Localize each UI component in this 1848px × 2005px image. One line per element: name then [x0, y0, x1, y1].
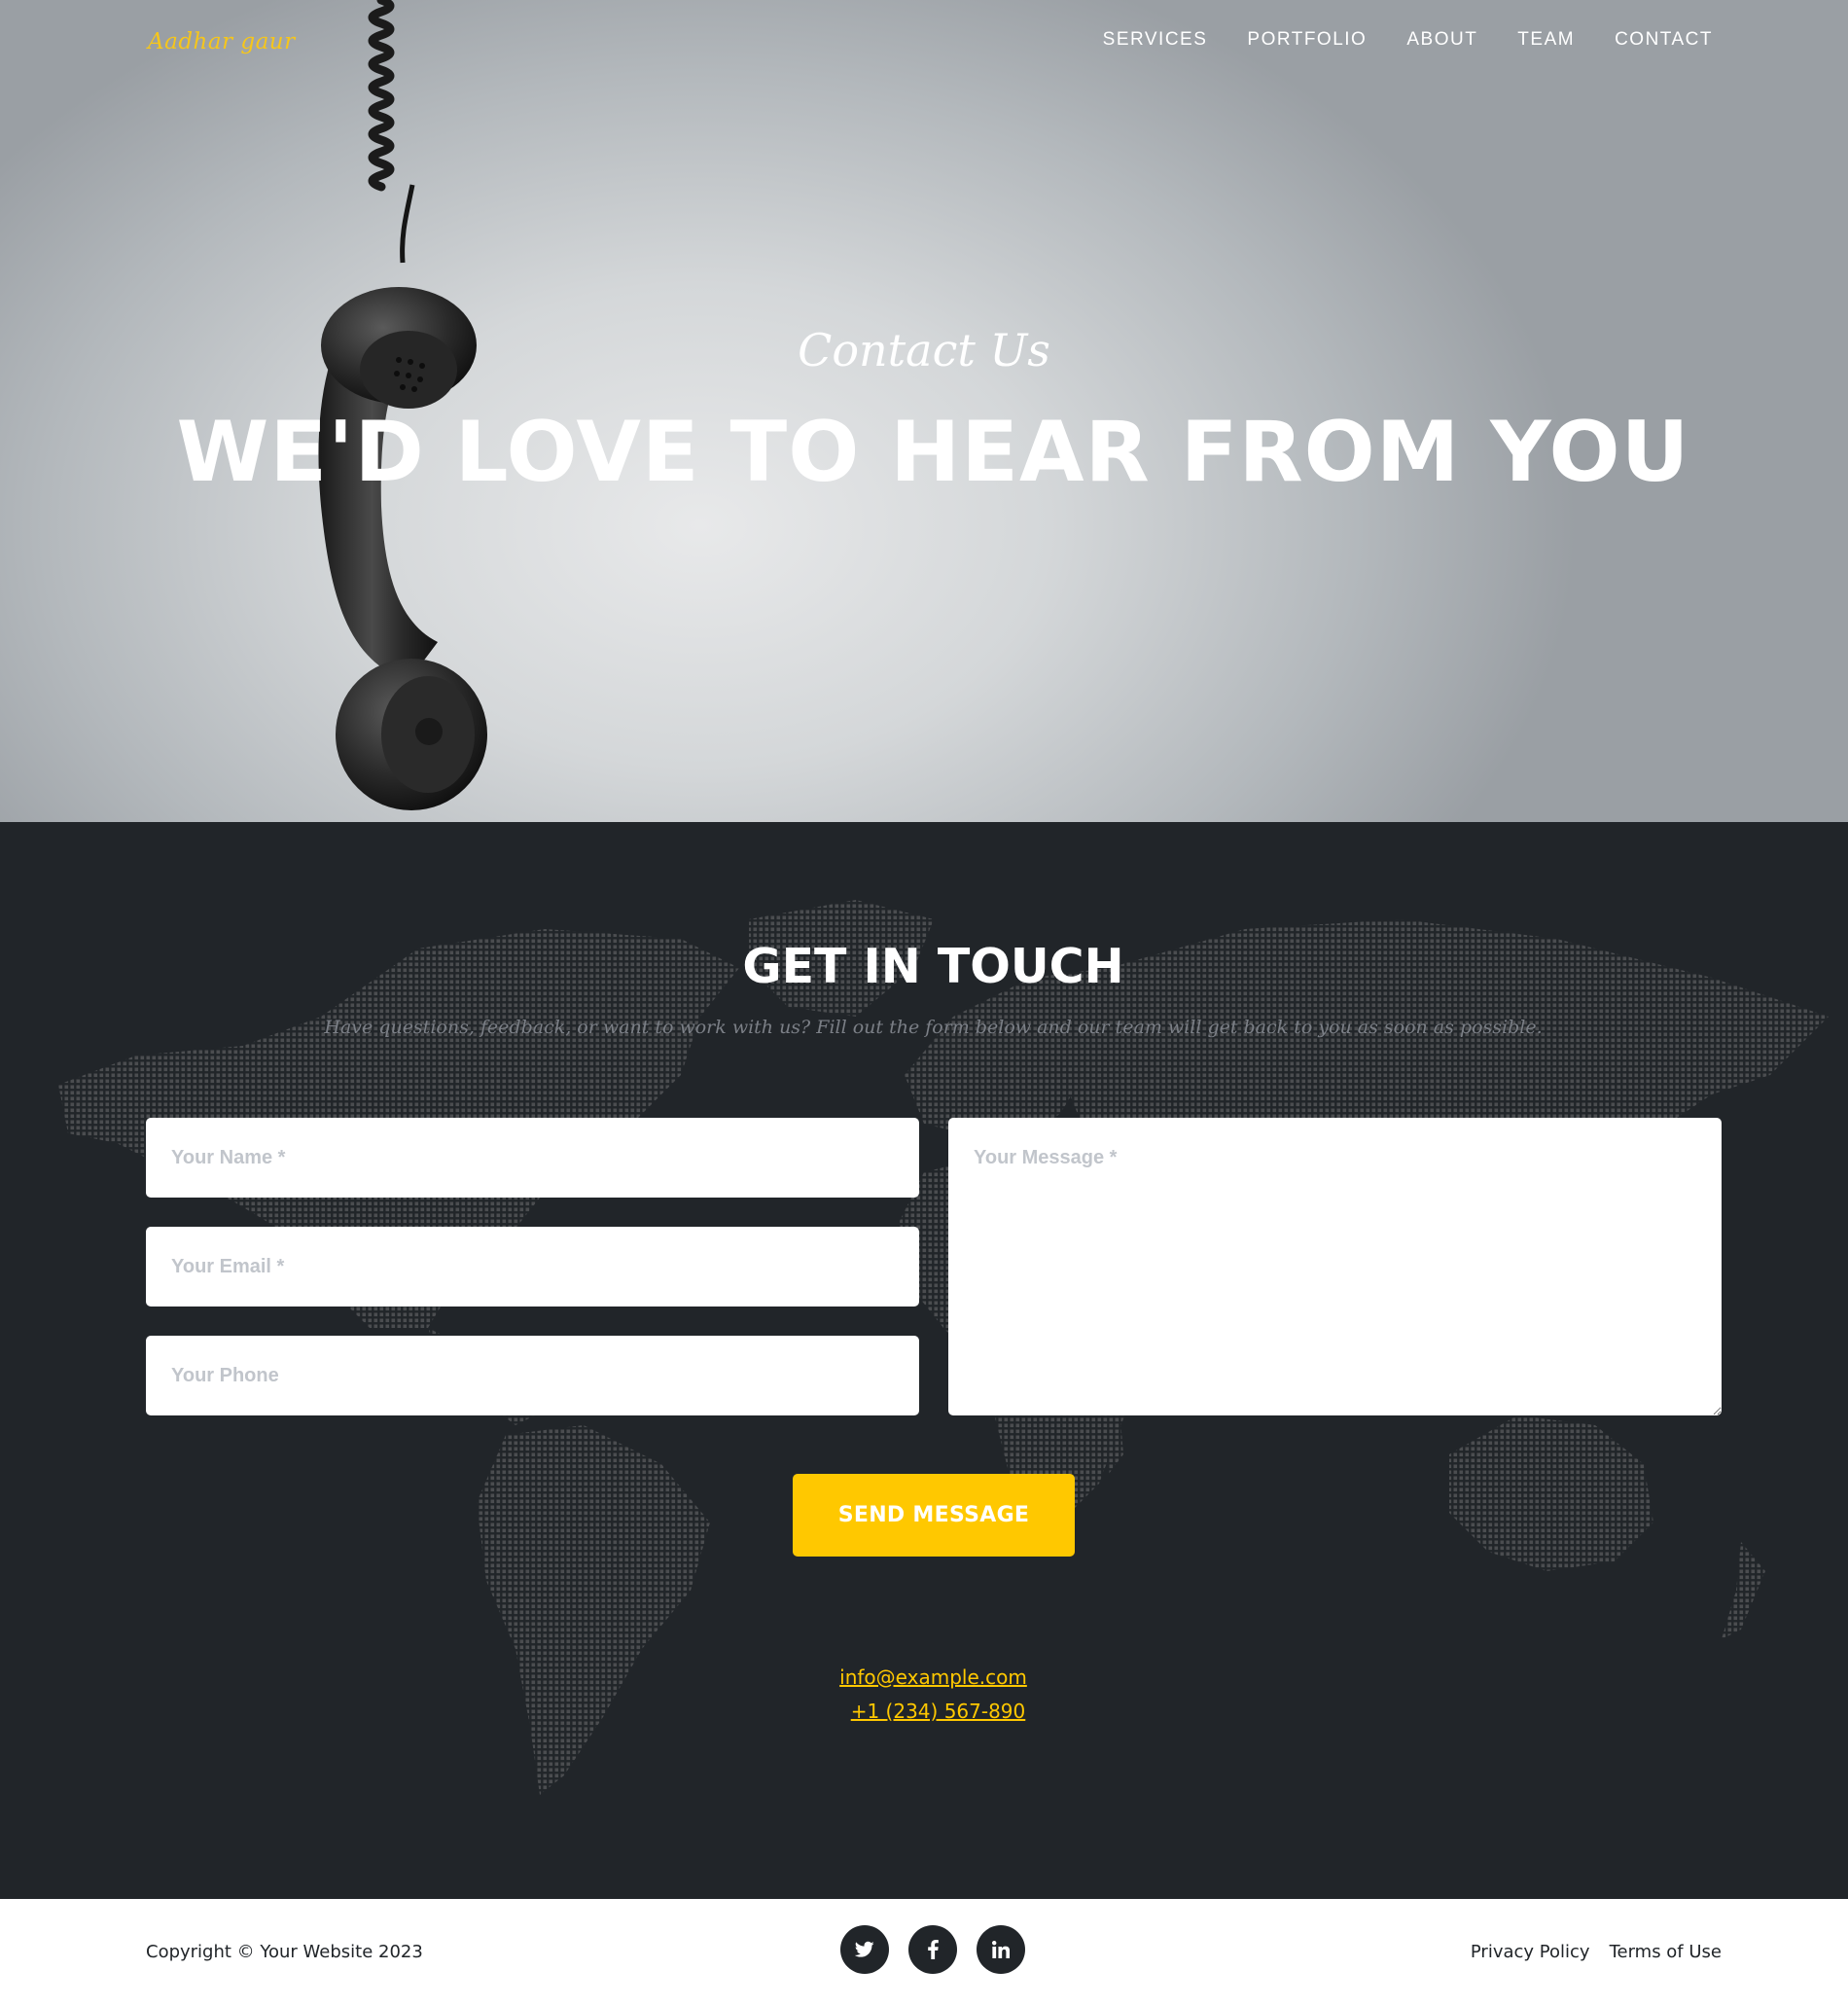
twitter-icon[interactable]: [840, 1925, 889, 1974]
nav-item-team[interactable]: TEAM: [1517, 29, 1575, 51]
nav-item-about[interactable]: ABOUT: [1406, 29, 1477, 51]
phone-input[interactable]: [146, 1336, 919, 1415]
contact-email-link[interactable]: info@example.com: [839, 1665, 1027, 1689]
contact-title: GET IN TOUCH: [742, 939, 1124, 994]
hero-subheading: Contact Us: [798, 324, 1050, 376]
contact-email-row: info@example.com: [0, 1665, 1848, 1689]
facebook-icon[interactable]: [908, 1925, 957, 1974]
copyright-text: Copyright © Your Website 2023: [146, 1942, 423, 1962]
nav-item-services[interactable]: SERVICES: [1103, 29, 1208, 51]
contact-phone-link[interactable]: +1 (234) 567-890: [851, 1700, 1026, 1723]
social-links: [840, 1925, 1025, 1974]
name-input[interactable]: [146, 1118, 919, 1198]
legal-links: Privacy Policy Terms of Use: [1471, 1942, 1722, 1962]
privacy-policy-link[interactable]: Privacy Policy: [1471, 1942, 1590, 1962]
nav-item-contact[interactable]: CONTACT: [1615, 29, 1713, 51]
message-textarea[interactable]: [948, 1118, 1722, 1415]
brand-logo[interactable]: Aadhar gaur: [148, 29, 296, 54]
terms-of-use-link[interactable]: Terms of Use: [1610, 1942, 1722, 1962]
main-nav: SERVICES PORTFOLIO ABOUT TEAM CONTACT: [1103, 29, 1713, 51]
send-message-button[interactable]: SEND MESSAGE: [793, 1474, 1075, 1557]
hero-section: Aadhar gaur SERVICES PORTFOLIO ABOUT TEA…: [0, 0, 1848, 822]
hero-heading: WE'D LOVE TO HEAR FROM YOU: [176, 404, 1690, 501]
email-input[interactable]: [146, 1227, 919, 1307]
contact-phone-row: +1 (234) 567-890: [0, 1700, 1848, 1723]
contact-lead: Have questions, feedback, or want to wor…: [324, 1017, 1543, 1038]
contact-section: GET IN TOUCH Have questions, feedback, o…: [0, 822, 1848, 1899]
nav-item-portfolio[interactable]: PORTFOLIO: [1247, 29, 1367, 51]
footer: Copyright © Your Website 2023 Privacy Po…: [0, 1899, 1848, 2005]
linkedin-icon[interactable]: [977, 1925, 1025, 1974]
